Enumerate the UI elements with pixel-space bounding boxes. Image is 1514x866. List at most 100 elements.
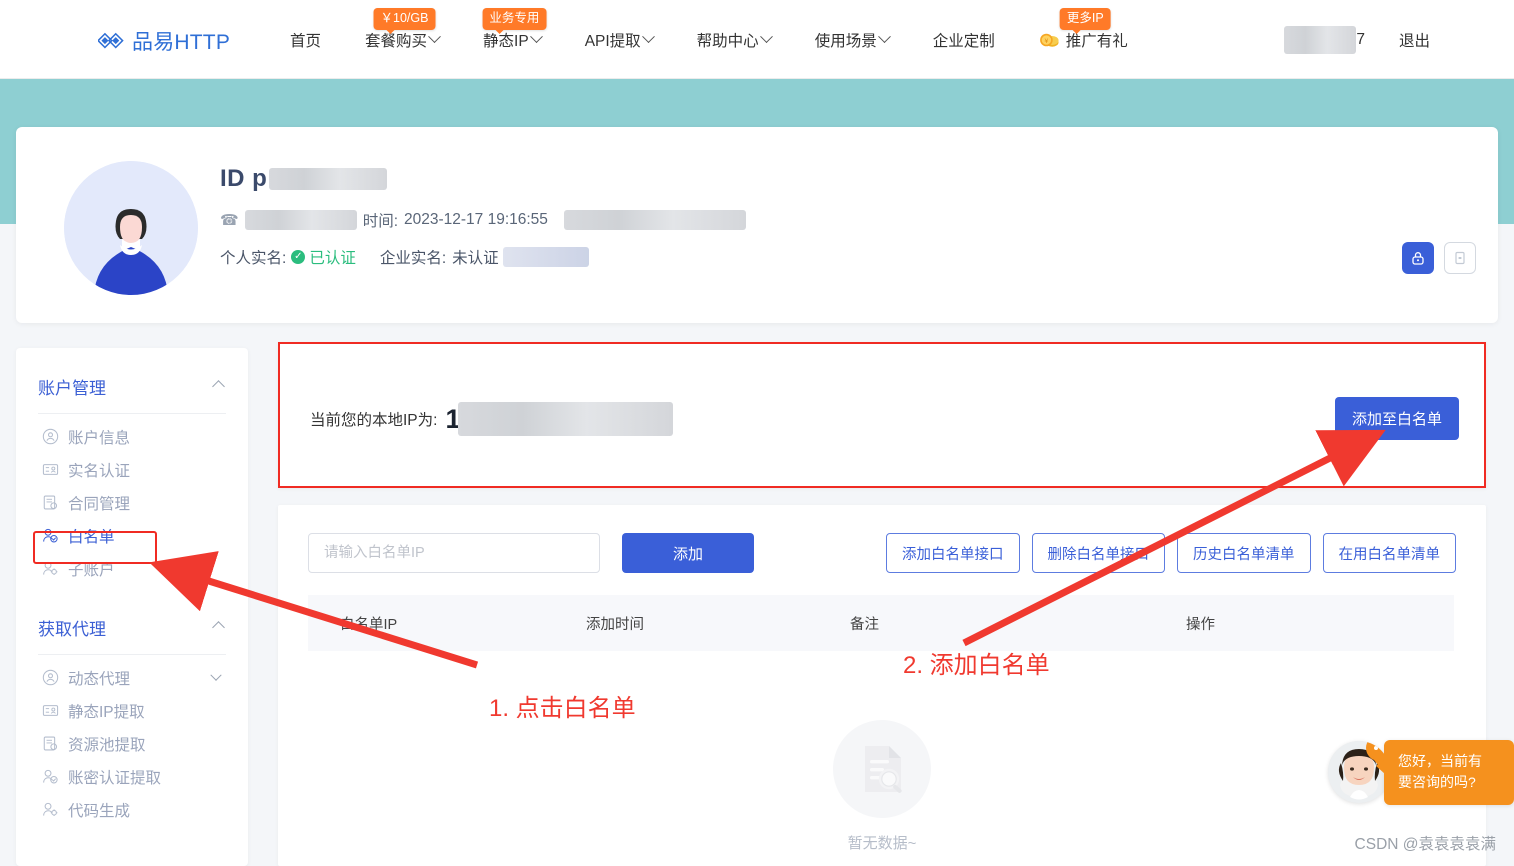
company-realname-label: 企业实名: xyxy=(379,250,447,267)
nav-item-api[interactable]: API提取 xyxy=(563,0,675,79)
profile-card: ID p ☎ 时间: 2023-12-17 19:16:55 个人实名: ✓ 已… xyxy=(16,127,1498,323)
sidebar-item-subaccount[interactable]: 子账户 xyxy=(38,552,226,585)
avatar-illustration xyxy=(64,161,198,295)
nav-item-static-ip[interactable]: 业务专用 静态IP xyxy=(461,0,563,79)
sidebar-item-account-info[interactable]: 账户信息 xyxy=(38,420,226,453)
add-button[interactable]: 添加 xyxy=(622,533,754,573)
register-label: 时间: xyxy=(362,213,398,230)
nav-item-label: 帮助中心 xyxy=(696,32,759,50)
chevron-down-icon xyxy=(529,30,543,44)
sidebar-item-label: 实名认证 xyxy=(68,462,131,480)
contract-icon xyxy=(42,735,59,752)
chevron-down-icon xyxy=(759,30,773,44)
phone-icon: ☎ xyxy=(220,212,239,229)
chevron-down-icon xyxy=(428,30,441,44)
sidebar-item-label: 资源池提取 xyxy=(68,736,146,754)
sidebar-item-realname[interactable]: 实名认证 xyxy=(38,453,226,486)
account-id: ID p xyxy=(220,165,746,193)
nav-item-use-cases[interactable]: 使用场景 xyxy=(793,0,911,79)
local-ip-panel: 当前您的本地IP为: 1 添加至白名单 xyxy=(278,342,1486,488)
annotation-step-2: 2. 添加白名单 xyxy=(903,652,1050,679)
nav-right-section: 7 退出 xyxy=(1284,0,1430,79)
sidebar-item-label: 白名单 xyxy=(68,528,115,546)
whitelist-panel: 添加 添加白名单接口 删除白名单接口 历史白名单清单 在用白名单清单 白名单IP… xyxy=(278,505,1486,866)
nav-item-home[interactable]: 首页 xyxy=(268,0,343,79)
user-suffix: 7 xyxy=(1356,30,1365,48)
nav-item-packages[interactable]: ￥10/GB 套餐购买 xyxy=(343,0,461,79)
add-whitelist-api-button[interactable]: 添加白名单接口 xyxy=(886,533,1020,573)
sidebar-group-header-account[interactable]: 账户管理 xyxy=(38,374,226,413)
empty-state-text: 暂无数据~ xyxy=(847,835,917,852)
sidebar-item-static-ip-extract[interactable]: 静态IP提取 xyxy=(38,694,226,727)
sidebar-item-label: 静态IP提取 xyxy=(68,703,145,721)
register-time: 2023-12-17 19:16:55 xyxy=(404,211,548,228)
sidebar-item-account-auth-extract[interactable]: 账密认证提取 xyxy=(38,760,226,793)
user-gear-icon xyxy=(42,801,59,818)
nav-item-label: 首页 xyxy=(290,32,322,50)
sidebar-group-title: 获取代理 xyxy=(38,620,106,639)
nav-item-help[interactable]: 帮助中心 xyxy=(675,0,793,79)
nav-badge-more-ip: 更多IP xyxy=(1059,8,1111,33)
redacted-username xyxy=(1284,25,1357,54)
divider xyxy=(38,654,226,655)
id-card-icon xyxy=(42,702,59,719)
no-data-icon xyxy=(865,746,902,793)
chevron-down-icon xyxy=(641,30,655,44)
user-gear-icon xyxy=(42,560,59,577)
sidebar-group-proxy: 获取代理 动态代理 静态IP提取 资源池提取 账密认证提取 代码生成 xyxy=(38,585,226,826)
sidebar-item-label: 代码生成 xyxy=(68,802,131,820)
sidebar-item-label: 合同管理 xyxy=(68,495,131,513)
logo-text: 品易HTTP xyxy=(132,31,231,54)
personal-realname-label: 个人实名: xyxy=(220,250,287,267)
device-button[interactable] xyxy=(1444,242,1476,274)
redacted-account-id xyxy=(269,168,388,190)
history-whitelist-button[interactable]: 历史白名单清单 xyxy=(1177,533,1311,573)
sidebar-group-title: 账户管理 xyxy=(38,379,106,398)
sidebar-item-resource-pool[interactable]: 资源池提取 xyxy=(38,727,226,760)
logout-button[interactable]: 退出 xyxy=(1399,29,1430,51)
lock-button[interactable] xyxy=(1402,242,1434,274)
account-id-prefix: ID p xyxy=(220,165,268,192)
coin-icon: ¥ xyxy=(1039,33,1059,47)
sidebar-item-dynamic-proxy[interactable]: 动态代理 xyxy=(38,661,226,694)
avatar xyxy=(64,161,198,295)
chat-message[interactable]: 您好，当前有 要咨询的吗? xyxy=(1376,739,1514,805)
sidebar-item-contract[interactable]: 合同管理 xyxy=(38,486,226,519)
id-card-icon xyxy=(42,461,59,478)
local-ip-row: 当前您的本地IP为: 1 xyxy=(310,402,674,436)
sidebar-item-label: 账密认证提取 xyxy=(68,769,162,787)
annotation-step-1: 1. 点击白名单 xyxy=(489,695,636,722)
active-whitelist-button[interactable]: 在用白名单清单 xyxy=(1322,533,1456,573)
user-account[interactable]: 7 xyxy=(1284,25,1365,54)
sidebar-item-code-generate[interactable]: 代码生成 xyxy=(38,793,226,826)
sidebar-group-header-proxy[interactable]: 获取代理 xyxy=(38,615,226,654)
nav-item-label: 使用场景 xyxy=(814,32,877,50)
nav-item-label: 静态IP xyxy=(483,32,529,50)
empty-state-icon xyxy=(833,720,931,818)
sidebar-item-label: 账户信息 xyxy=(68,429,131,447)
column-header-time: 添加时间 xyxy=(586,616,644,633)
user-check-icon xyxy=(42,527,59,544)
nav-item-enterprise[interactable]: 企业定制 xyxy=(911,0,1017,79)
redacted-ip xyxy=(458,402,674,436)
redacted-company xyxy=(502,247,589,267)
user-circle-icon xyxy=(42,428,59,445)
chat-message-line2: 要咨询的吗? xyxy=(1398,774,1476,791)
sidebar-item-whitelist[interactable]: 白名单 xyxy=(38,519,226,552)
add-to-whitelist-button[interactable]: 添加至白名单 xyxy=(1334,397,1459,440)
chevron-up-icon xyxy=(212,621,225,634)
chat-widget[interactable]: 您好，当前有 要咨询的吗? xyxy=(1328,739,1514,805)
register-info: ☎ 时间: 2023-12-17 19:16:55 xyxy=(220,209,746,231)
chevron-up-icon xyxy=(212,380,225,393)
nav-item-promotion[interactable]: 更多IP ¥ 推广有礼 xyxy=(1017,0,1150,79)
delete-whitelist-api-button[interactable]: 删除白名单接口 xyxy=(1031,533,1165,573)
check-icon: ✓ xyxy=(291,250,306,264)
site-logo[interactable]: 品易HTTP xyxy=(98,26,230,56)
device-icon xyxy=(1455,251,1465,265)
whitelist-ip-input[interactable] xyxy=(308,533,600,573)
app-root: 品易HTTP 首页 ￥10/GB 套餐购买 业务专用 静态IP API提取 帮助… xyxy=(0,0,1514,866)
nav-badge-business: 业务专用 xyxy=(482,8,547,33)
nav-badge-price: ￥10/GB xyxy=(373,8,436,33)
user-circle-icon xyxy=(42,669,59,686)
local-ip-value: 1 xyxy=(445,402,674,436)
